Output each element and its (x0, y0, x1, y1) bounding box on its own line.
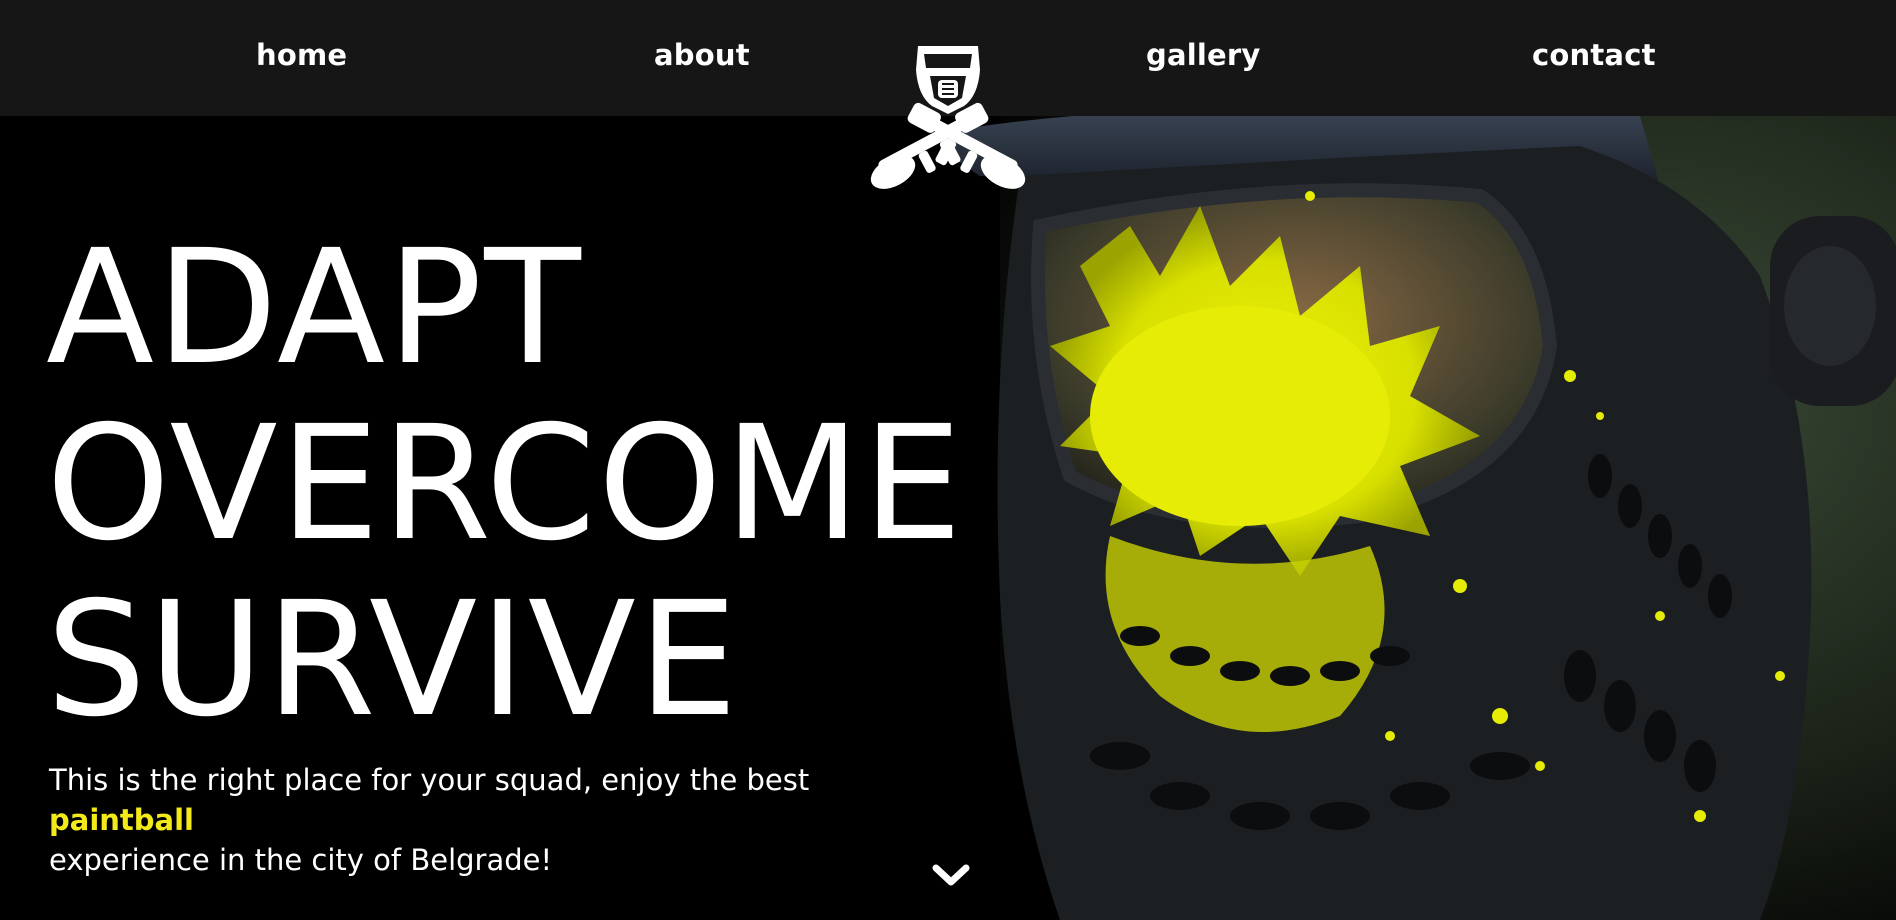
nav-link-contact[interactable]: contact (1532, 38, 1656, 72)
hero-headline: ADAPT OVERCOME SURVIVE (46, 220, 964, 748)
nav-link-gallery[interactable]: gallery (1146, 38, 1260, 72)
hero-description: This is the right place for your squad, … (49, 760, 949, 880)
headline-line-survive: SURVIVE (46, 568, 740, 752)
headline-line-adapt: ADAPT (46, 216, 583, 400)
headline-line-overcome: OVERCOME (46, 392, 965, 576)
nav-link-about[interactable]: about (654, 38, 750, 72)
nav-link-home[interactable]: home (256, 38, 347, 72)
paintball-mask-splatter-photo (940, 116, 1896, 920)
landing-page: home about gallery contact ADAPT OVERCOM… (0, 0, 1896, 920)
hero-text-after: experience in the city of Belgrade! (49, 843, 553, 877)
chevron-down-icon[interactable] (930, 860, 972, 888)
paintball-mask-crossed-markers-icon[interactable] (852, 40, 1044, 190)
hero-text-accent: paintball (49, 803, 194, 837)
hero-text-before: This is the right place for your squad, … (49, 763, 810, 797)
